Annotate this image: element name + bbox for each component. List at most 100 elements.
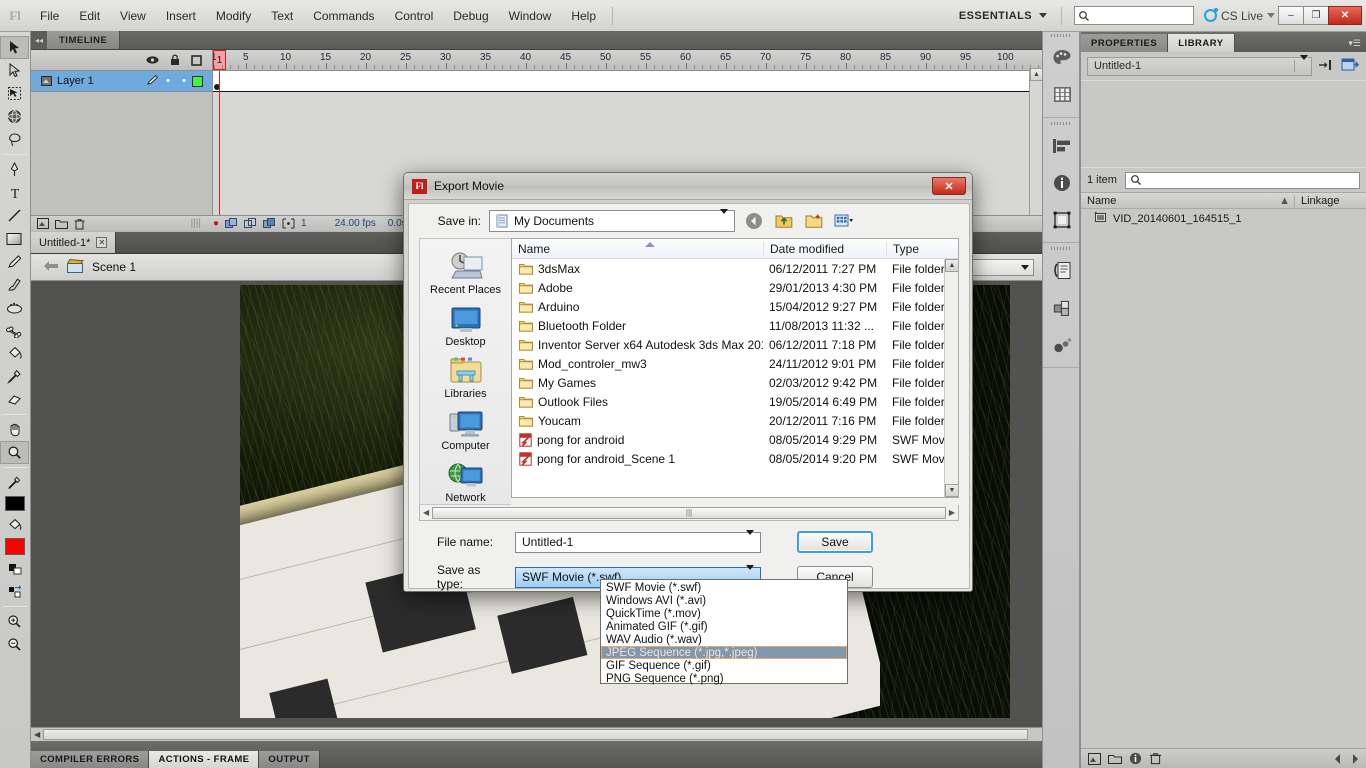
library-column-linkage[interactable]: Linkage <box>1294 194 1366 207</box>
dropdown-option[interactable]: QuickTime (*.mov) <box>601 607 847 620</box>
dropdown-option[interactable]: WAV Audio (*.wav) <box>601 633 847 646</box>
file-list-row[interactable]: My Games 02/03/2012 9:42 PM File folder <box>512 373 958 392</box>
chevron-down-icon[interactable] <box>720 209 728 228</box>
tool-3d-rotation[interactable] <box>0 105 29 128</box>
rail-grip[interactable] <box>1043 245 1079 252</box>
dropdown-option[interactable]: JPEG Sequence (*.jpg,*.jpeg) <box>601 646 847 659</box>
fps-display[interactable]: 24.00 fps <box>313 218 382 229</box>
save-button[interactable]: Save <box>797 531 873 553</box>
file-list-row[interactable]: Outlook Files 19/05/2014 6:49 PM File fold… <box>512 392 958 411</box>
stroke-color-picker[interactable] <box>0 471 29 494</box>
up-one-level-icon[interactable] <box>773 210 795 232</box>
file-name-field[interactable]: Untitled-1 <box>515 530 761 553</box>
save-in-combobox[interactable]: My Documents <box>489 209 735 232</box>
onion-skin-outlines-icon[interactable] <box>244 218 257 229</box>
transform-panel-icon[interactable] <box>1043 201 1081 238</box>
tool-deco[interactable] <box>0 296 29 319</box>
new-folder-icon[interactable] <box>1108 753 1122 765</box>
code-snippets-panel-icon[interactable] <box>1043 252 1081 289</box>
motion-presets-panel-icon[interactable] <box>1043 326 1081 363</box>
layer-outline-color[interactable] <box>192 75 203 87</box>
column-type[interactable]: Type <box>886 241 958 256</box>
new-symbol-icon[interactable] <box>1088 752 1101 765</box>
scroll-left-arrow-icon[interactable]: ◀ <box>31 730 43 739</box>
scroll-up-arrow-icon[interactable]: ▲ <box>945 259 958 272</box>
delete-icon[interactable] <box>1149 752 1162 765</box>
horizontal-scroll-thumb[interactable]: ||| <box>432 506 946 519</box>
scroll-right-arrow-icon[interactable]: ▶ <box>946 508 958 517</box>
new-folder-icon[interactable] <box>803 210 825 232</box>
tool-eraser[interactable] <box>0 388 29 411</box>
dialog-close-button[interactable]: ✕ <box>932 177 966 195</box>
tab-output[interactable]: OUTPUT <box>259 751 320 768</box>
restore-button[interactable]: ❐ <box>1303 6 1329 25</box>
properties-icon[interactable] <box>1129 752 1142 765</box>
file-list-row[interactable]: Bluetooth Folder 11/08/2013 11:32 ... File… <box>512 316 958 335</box>
tool-text[interactable]: T <box>0 181 29 204</box>
components-panel-icon[interactable] <box>1043 289 1081 326</box>
tool-brush[interactable] <box>0 273 29 296</box>
eye-icon[interactable] <box>146 55 159 65</box>
new-library-panel-icon[interactable] <box>1341 57 1360 75</box>
tool-bone[interactable] <box>0 319 29 342</box>
layer-lock-toggle[interactable]: • <box>176 75 192 87</box>
file-list-row[interactable]: Inventor Server x64 Autodesk 3ds Max 201… <box>512 335 958 354</box>
edit-multiple-frames-icon[interactable] <box>263 218 276 229</box>
chevron-down-icon[interactable] <box>1294 55 1308 72</box>
menu-debug[interactable]: Debug <box>443 0 498 32</box>
layer-edit-pencil-icon[interactable] <box>146 74 160 89</box>
file-list-row[interactable]: pong for android 08/05/2014 9:29 PM SWF Mo… <box>512 430 958 449</box>
swatches-panel-icon[interactable] <box>1043 76 1081 113</box>
workspace-switcher[interactable]: ESSENTIALS <box>951 10 1055 22</box>
tab-actions-frame[interactable]: ACTIONS - FRAME <box>149 751 260 768</box>
tool-pen[interactable] <box>0 158 29 181</box>
frame-row[interactable] <box>213 71 1042 92</box>
library-search-box[interactable] <box>1124 171 1360 189</box>
minimize-button[interactable]: – <box>1278 6 1304 25</box>
layer-name-label[interactable]: Layer 1 <box>53 75 146 87</box>
stage-horizontal-scrollbar[interactable]: ◀ <box>31 727 1042 741</box>
file-list-vertical-scrollbar[interactable]: ▲ ▼ <box>944 259 958 497</box>
tool-subselection[interactable] <box>0 59 29 82</box>
column-name[interactable]: Name <box>512 242 763 256</box>
tool-line[interactable] <box>0 204 29 227</box>
lock-icon[interactable] <box>170 54 180 66</box>
scene-name-label[interactable]: Scene 1 <box>92 260 136 274</box>
rail-grip[interactable] <box>1043 120 1079 127</box>
tool-paint-bucket[interactable] <box>0 342 29 365</box>
tab-properties[interactable]: PROPERTIES <box>1081 34 1169 52</box>
close-button[interactable]: ✕ <box>1328 6 1362 25</box>
timeline-vertical-scrollbar[interactable]: ▲ ▼ <box>1029 68 1042 215</box>
stroke-color-swatch[interactable] <box>5 496 25 511</box>
modify-onion-markers-icon[interactable] <box>282 218 295 229</box>
collapse-panel-icon[interactable]: ◂◂ <box>31 31 47 49</box>
library-document-selector[interactable]: Untitled-1 <box>1087 55 1312 76</box>
tab-compiler-errors[interactable]: COMPILER ERRORS <box>31 751 150 768</box>
place-libraries[interactable]: Libraries <box>422 357 510 400</box>
pin-library-icon[interactable] <box>1318 58 1335 75</box>
tool-eyedropper[interactable] <box>0 365 29 388</box>
align-panel-icon[interactable] <box>1043 127 1081 164</box>
search-input[interactable] <box>1089 8 1186 23</box>
menu-view[interactable]: View <box>110 0 156 32</box>
timeline-layer-row[interactable]: Layer 1 • • <box>31 71 212 92</box>
swap-colors-button[interactable] <box>0 580 29 603</box>
file-list-row[interactable]: Arduino 15/04/2012 9:27 PM File folder <box>512 297 958 316</box>
layer-visibility-toggle[interactable]: • <box>160 75 176 87</box>
new-layer-icon[interactable] <box>37 218 49 229</box>
dialog-title-bar[interactable]: Fl Export Movie ✕ <box>404 173 972 200</box>
panel-menu-icon[interactable]: ▾☰ <box>1348 34 1366 52</box>
stage-scroll-thumb[interactable] <box>43 729 1028 740</box>
tool-zoom[interactable] <box>0 441 29 464</box>
dropdown-option[interactable]: Windows AVI (*.avi) <box>601 594 847 607</box>
tool-hand[interactable] <box>0 418 29 441</box>
center-frame-icon[interactable]: ● <box>213 218 219 229</box>
cs-live-button[interactable]: CS Live <box>1200 8 1279 23</box>
menu-commands[interactable]: Commands <box>303 0 384 32</box>
file-list-row[interactable]: 3dsMax 06/12/2011 7:27 PM File folder <box>512 259 958 278</box>
zoom-in-option[interactable] <box>0 610 29 633</box>
scroll-up-arrow-icon[interactable]: ▲ <box>1030 68 1042 81</box>
scroll-right-icon[interactable] <box>1349 753 1360 765</box>
place-network[interactable]: Network <box>422 461 510 504</box>
file-list-row[interactable]: Mod_controler_mw3 24/11/2012 9:01 PM File … <box>512 354 958 373</box>
